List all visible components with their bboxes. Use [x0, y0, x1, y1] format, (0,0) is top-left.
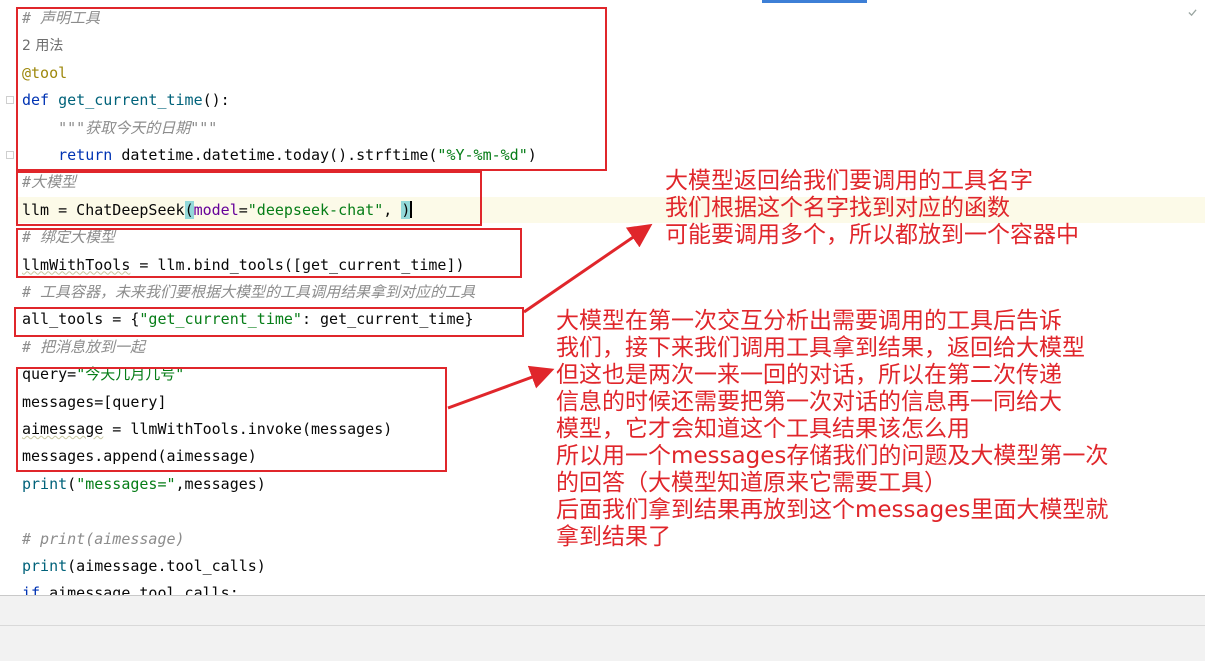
annotation-line: 的回答（大模型知道原来它需要工具） — [556, 470, 947, 496]
annotation-line: 大模型返回给我们要调用的工具名字 — [665, 168, 1033, 194]
annotation-line: 但这也是两次一来一回的对话，所以在第二次传递 — [556, 362, 1062, 388]
arrow-to-note1 — [523, 223, 653, 314]
annotation-line: 所以用一个messages存储我们的问题及大模型第一次 — [556, 443, 1109, 469]
annotation-tool-container: 大模型返回给我们要调用的工具名字 我们根据这个名字找到对应的函数 可能要调用多个，所… — [665, 168, 1079, 249]
arrow-to-note2 — [447, 365, 555, 410]
annotation-line: 我们根据这个名字找到对应的函数 — [665, 195, 1010, 221]
annotation-line: 模型，它才会知道这个工具结果该怎么用 — [556, 416, 970, 442]
annotation-line: 拿到结果了 — [556, 524, 671, 550]
annotation-line: 可能要调用多个，所以都放到一个容器中 — [665, 222, 1079, 248]
annotation-line: 信息的时候还需要把第一次对话的信息再一同给大 — [556, 389, 1062, 415]
annotation-line: 大模型在第一次交互分析出需要调用的工具后告诉 — [556, 308, 1062, 334]
annotation-messages: 大模型在第一次交互分析出需要调用的工具后告诉 我们，接下来我们调用工具拿到结果，返… — [556, 308, 1108, 551]
annotation-line: 我们，接下来我们调用工具拿到结果，返回给大模型 — [556, 335, 1085, 361]
annotation-line: 后面我们拿到结果再放到这个messages里面大模型就 — [556, 497, 1109, 523]
